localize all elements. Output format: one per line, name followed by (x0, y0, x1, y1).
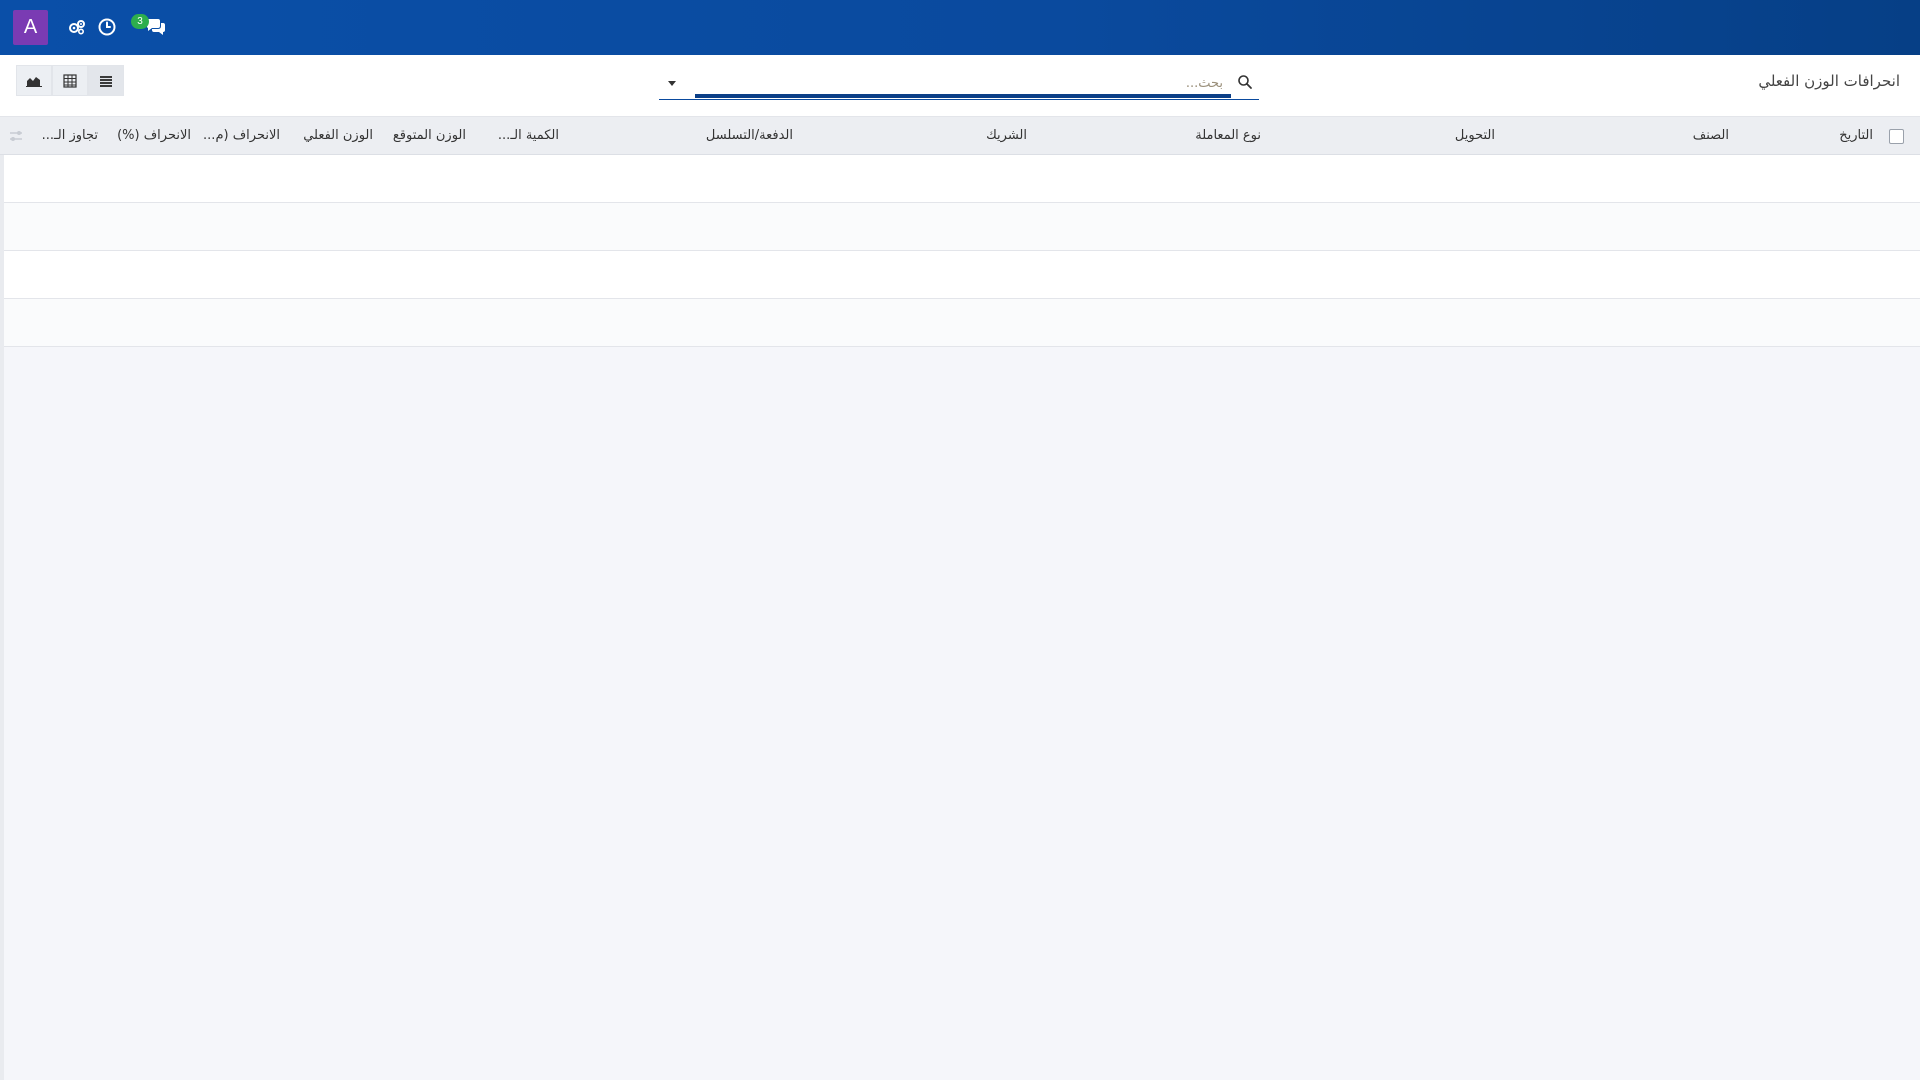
message-count-badge: 3 (131, 14, 149, 29)
table-row (0, 203, 1920, 251)
table-icon (63, 73, 77, 88)
column-header-deviation-percent[interactable]: الانحراف (%) (117, 117, 191, 155)
list-icon (100, 75, 112, 87)
search-bar (659, 66, 1259, 100)
list-view-button[interactable] (88, 65, 124, 96)
search-input[interactable] (695, 72, 1231, 98)
column-header-quantity[interactable]: الكمية الـ... (498, 117, 559, 155)
search-icon[interactable] (1237, 74, 1253, 90)
area-chart-icon (26, 76, 42, 87)
table-body (0, 155, 1920, 347)
column-header-expected-weight[interactable]: الوزن المتوقع (393, 117, 466, 155)
column-header-exceeded[interactable]: تجاوز الـ... (42, 117, 98, 155)
column-header-transaction-type[interactable]: نوع المعاملة (1195, 117, 1261, 155)
list-table: التاريخ الصنف التحويل نوع المعاملة الشري… (0, 117, 1920, 347)
clock-icon[interactable] (96, 16, 118, 38)
column-header-actual-weight[interactable]: الوزن الفعلي (303, 117, 373, 155)
table-row (0, 155, 1920, 203)
breadcrumb: انحرافات الوزن الفعلي (1758, 72, 1900, 90)
users-gear-icon[interactable] (66, 16, 88, 38)
table-row (0, 251, 1920, 299)
column-header-product[interactable]: الصنف (1693, 117, 1729, 155)
control-panel: انحرافات الوزن الفعلي (0, 55, 1920, 117)
top-navbar: A 3 (0, 0, 1920, 55)
column-header-lot-serial[interactable]: الدفعة/التسلسل (706, 117, 793, 155)
table-header: التاريخ الصنف التحويل نوع المعاملة الشري… (0, 117, 1920, 155)
table-row (0, 299, 1920, 347)
caret-down-icon[interactable] (665, 76, 679, 90)
pivot-view-button[interactable] (52, 65, 88, 96)
column-header-deviation-value[interactable]: الانحراف (م... (203, 117, 280, 155)
column-header-transfer[interactable]: التحويل (1455, 117, 1495, 155)
optional-columns-icon[interactable] (8, 128, 24, 144)
user-avatar[interactable]: A (13, 10, 48, 45)
graph-view-button[interactable] (16, 65, 52, 96)
view-switcher (16, 65, 124, 96)
left-edge-rail (0, 155, 4, 1080)
select-all-checkbox[interactable] (1889, 129, 1904, 144)
column-header-date[interactable]: التاريخ (1839, 117, 1873, 155)
column-header-partner[interactable]: الشريك (986, 117, 1027, 155)
